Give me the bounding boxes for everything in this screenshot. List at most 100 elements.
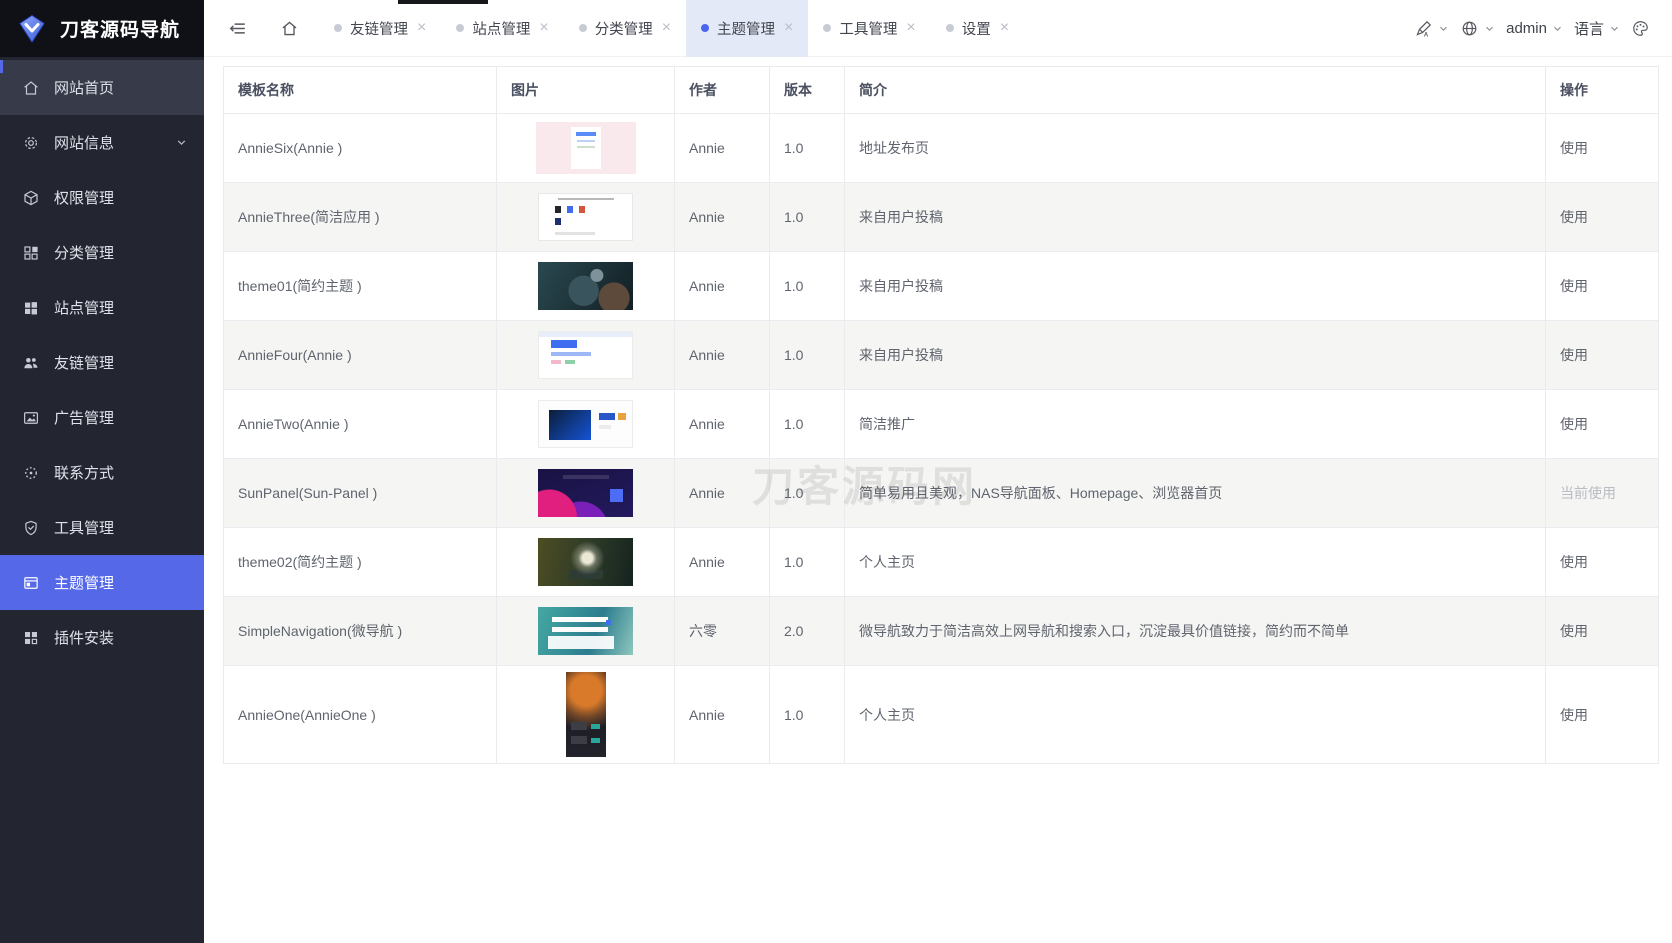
- use-theme-button[interactable]: 使用: [1560, 209, 1588, 225]
- template-author-cell: Annie: [675, 114, 770, 183]
- tab-dot-icon: [579, 24, 587, 32]
- shield-check-icon: [22, 519, 40, 537]
- template-author-cell: Annie: [675, 666, 770, 764]
- close-icon[interactable]: ×: [1000, 20, 1009, 36]
- template-name-cell: theme01(简约主题 ): [224, 252, 497, 321]
- column-header-version: 版本: [770, 67, 845, 114]
- sidebar-item-contact[interactable]: 联系方式: [0, 445, 204, 500]
- column-header-operation: 操作: [1546, 67, 1659, 114]
- template-version-cell: 1.0: [770, 666, 845, 764]
- sidebar-item-ads[interactable]: 广告管理: [0, 390, 204, 445]
- windows-icon: [22, 299, 40, 317]
- template-thumbnail[interactable]: [536, 122, 636, 174]
- template-version-cell: 1.0: [770, 252, 845, 321]
- tab-label: 主题管理: [717, 18, 775, 39]
- home-icon: [22, 79, 40, 97]
- language-menu[interactable]: 语言: [1574, 18, 1621, 39]
- use-theme-button[interactable]: 使用: [1560, 707, 1588, 723]
- template-version-cell: 2.0: [770, 597, 845, 666]
- template-author-cell: Annie: [675, 390, 770, 459]
- template-version-cell: 1.0: [770, 321, 845, 390]
- sidebar-item-friend-links[interactable]: 友链管理: [0, 335, 204, 390]
- sidebar-scrollbar-thumb[interactable]: [0, 60, 3, 73]
- chevron-down-icon: [1437, 22, 1450, 35]
- contact-icon: [22, 464, 40, 482]
- use-theme-button[interactable]: 使用: [1560, 278, 1588, 294]
- template-intro-cell: 来自用户投稿: [845, 252, 1546, 321]
- brush-a-icon: A: [1414, 19, 1433, 38]
- template-thumbnail[interactable]: [538, 400, 633, 448]
- sidebar-item-categories[interactable]: 分类管理: [0, 225, 204, 280]
- globe-icon: [1460, 19, 1479, 38]
- template-intro-cell: 地址发布页: [845, 114, 1546, 183]
- table-row: SunPanel(Sun-Panel ) Annie 1.0 简单易用且美观，N…: [224, 459, 1659, 528]
- template-thumbnail[interactable]: [538, 538, 633, 586]
- template-name-cell: AnnieSix(Annie ): [224, 114, 497, 183]
- sidebar-item-site-home[interactable]: 网站首页: [0, 60, 204, 115]
- tab-tools[interactable]: 工具管理 ×: [808, 0, 930, 57]
- sidebar-item-label: 插件安装: [54, 627, 114, 648]
- column-header-image: 图片: [497, 67, 675, 114]
- template-version-cell: 1.0: [770, 183, 845, 252]
- sidebar-item-permissions[interactable]: 权限管理: [0, 170, 204, 225]
- palette-icon[interactable]: [1631, 19, 1650, 38]
- tab-settings[interactable]: 设置 ×: [931, 0, 1024, 57]
- diamond-check-logo-icon: [16, 13, 48, 45]
- use-theme-button[interactable]: 使用: [1560, 140, 1588, 156]
- tab-bar: 友链管理 × 站点管理 × 分类管理 × 主题管理 × 工具管理 × 设置 ×: [319, 0, 1024, 57]
- menu-fold-icon[interactable]: [228, 19, 247, 38]
- tab-themes[interactable]: 主题管理 ×: [686, 0, 808, 57]
- tab-categories[interactable]: 分类管理 ×: [564, 0, 686, 57]
- close-icon[interactable]: ×: [417, 20, 426, 36]
- template-intro-cell: 个人主页: [845, 528, 1546, 597]
- tab-friend-links[interactable]: 友链管理 ×: [319, 0, 441, 57]
- sidebar-item-sites[interactable]: 站点管理: [0, 280, 204, 335]
- sidebar-item-tools[interactable]: 工具管理: [0, 500, 204, 555]
- close-icon[interactable]: ×: [539, 20, 548, 36]
- table-row: AnnieOne(AnnieOne ) Annie 1.0 个人主页 使用: [224, 666, 1659, 764]
- tab-label: 站点管理: [472, 18, 530, 39]
- template-version-cell: 1.0: [770, 528, 845, 597]
- template-thumbnail[interactable]: [538, 607, 633, 655]
- themes-table: 模板名称 图片 作者 版本 简介 操作 AnnieSix(Annie ) Ann…: [223, 66, 1659, 764]
- sidebar-item-themes[interactable]: 主题管理: [0, 555, 204, 610]
- sidebar-item-label: 工具管理: [54, 517, 114, 538]
- globe-switcher[interactable]: [1460, 19, 1496, 38]
- user-menu[interactable]: admin: [1506, 20, 1564, 37]
- template-image-cell: [497, 321, 675, 390]
- template-name-cell: AnnieThree(简洁应用 ): [224, 183, 497, 252]
- use-theme-button[interactable]: 使用: [1560, 554, 1588, 570]
- sidebar-item-label: 站点管理: [54, 297, 114, 318]
- template-thumbnail[interactable]: [538, 262, 633, 310]
- tab-sites[interactable]: 站点管理 ×: [441, 0, 563, 57]
- tab-dot-icon: [456, 24, 464, 32]
- close-icon[interactable]: ×: [662, 20, 671, 36]
- sidebar-item-site-info[interactable]: 网站信息: [0, 115, 204, 170]
- close-icon[interactable]: ×: [906, 20, 915, 36]
- use-theme-button[interactable]: 使用: [1560, 347, 1588, 363]
- template-author-cell: Annie: [675, 252, 770, 321]
- template-thumbnail[interactable]: [538, 469, 633, 517]
- template-intro-cell: 个人主页: [845, 666, 1546, 764]
- svg-text:A: A: [1424, 32, 1429, 38]
- template-name-cell: AnnieTwo(Annie ): [224, 390, 497, 459]
- template-thumbnail[interactable]: [538, 331, 633, 379]
- topbar: 友链管理 × 站点管理 × 分类管理 × 主题管理 × 工具管理 × 设置 ×: [204, 0, 1672, 57]
- sidebar-item-label: 联系方式: [54, 462, 114, 483]
- table-row: AnnieSix(Annie ) Annie 1.0 地址发布页 使用: [224, 114, 1659, 183]
- use-theme-button[interactable]: 使用: [1560, 416, 1588, 432]
- cube-icon: [22, 189, 40, 207]
- main-content: 模板名称 图片 作者 版本 简介 操作 AnnieSix(Annie ) Ann…: [204, 57, 1672, 943]
- skin-switcher[interactable]: A: [1414, 19, 1450, 38]
- use-theme-button[interactable]: 使用: [1560, 623, 1588, 639]
- template-thumbnail[interactable]: [566, 672, 606, 757]
- layout-icon: [22, 574, 40, 592]
- brand-logo[interactable]: 刀客源码导航: [0, 0, 204, 57]
- template-thumbnail[interactable]: [538, 193, 633, 241]
- tab-dot-icon: [946, 24, 954, 32]
- home-icon[interactable]: [280, 19, 299, 38]
- topbar-right: A admin 语言: [1414, 18, 1672, 39]
- plugin-icon: [22, 629, 40, 647]
- sidebar-item-plugins[interactable]: 插件安装: [0, 610, 204, 665]
- close-icon[interactable]: ×: [784, 20, 793, 36]
